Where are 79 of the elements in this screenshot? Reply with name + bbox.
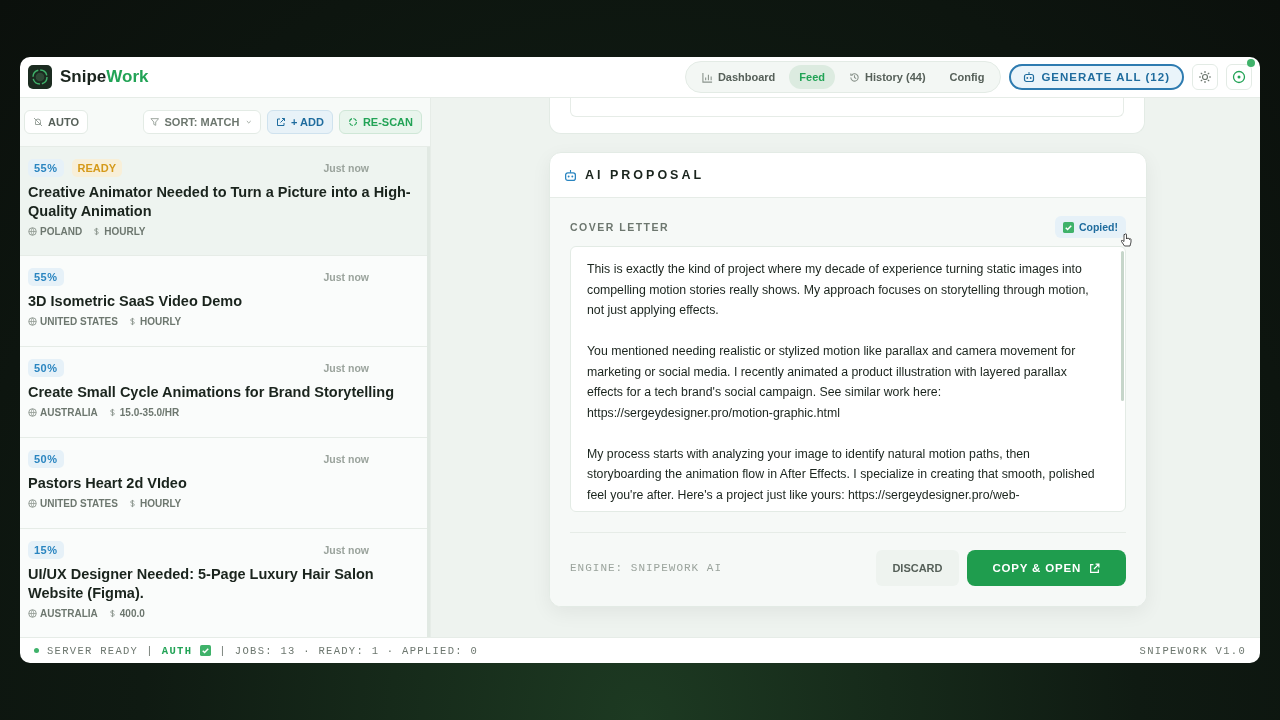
check-icon: [1062, 221, 1074, 233]
status-badge: READY: [71, 159, 123, 177]
job-location: UNITED STATES: [40, 316, 118, 327]
job-time: Just now: [323, 362, 369, 374]
filter-icon: [149, 117, 160, 127]
robot-icon: [1023, 71, 1036, 83]
match-badge: 55%: [28, 268, 64, 286]
hand-cursor-icon: [1120, 233, 1132, 248]
refresh-icon: [347, 117, 358, 127]
job-pay: HOURLY: [139, 498, 182, 509]
job-time: Just now: [323, 162, 369, 174]
robot-icon: [564, 168, 577, 182]
globe-icon: [28, 408, 37, 417]
job-location: POLAND: [40, 226, 83, 237]
dollar-icon: [107, 609, 117, 618]
match-badge: 50%: [28, 359, 64, 377]
match-badge: 50%: [28, 450, 64, 468]
job-location: AUSTRALIA: [40, 608, 98, 619]
bar-chart-icon: [701, 71, 713, 83]
discard-button[interactable]: DISCARD: [876, 550, 959, 586]
external-link-icon: [275, 117, 286, 127]
globe-icon: [28, 609, 37, 618]
job-title: Create Small Cycle Animations for Brand Storytelling: [28, 383, 396, 402]
dollar-icon: [127, 317, 137, 326]
nav-tab[interactable]: Config: [939, 65, 995, 89]
job-pay: 400.0: [119, 608, 145, 619]
letter-paragraph: You mentioned needing realistic or stylized motion like parallax and camera movement for marketing or social media. I recently animated a product illustration with layered parallax effects for a tech brand's social campaign. See similar work here: https://sergeydesigner.pro/motion-graphic.html: [587, 343, 1077, 422]
match-badge: 15%: [28, 541, 64, 559]
generate-all-button[interactable]: GENERATE ALL (12): [1009, 64, 1184, 90]
job-card[interactable]: 55% READY Just now Creative Animator Needed to Turn a Picture into a High-Quality Animation POLAND HOURLY: [20, 147, 427, 256]
external-link-icon: [1089, 562, 1100, 574]
nav-tab[interactable]: History (44): [839, 65, 936, 89]
job-title: 3D Isometric SaaS Video Demo: [28, 292, 244, 311]
sort-dropdown[interactable]: SORT: MATCH: [142, 110, 261, 134]
job-title: UI/UX Designer Needed: 5-Page Luxury Hair Salon Website (Figma).: [28, 565, 375, 603]
field-label: COVER LETTER: [570, 221, 670, 233]
target-icon: [1232, 70, 1246, 84]
job-time: Just now: [323, 271, 369, 283]
job-title: Pastors Heart 2d VIdeo: [28, 474, 188, 493]
cover-letter-field[interactable]: [570, 246, 1126, 512]
job-pay: 15.0-35.0/HR: [119, 407, 180, 418]
status-dot: [34, 648, 39, 653]
auth-status: AUTH: [161, 644, 193, 657]
check-icon: [200, 645, 212, 656]
globe-icon: [28, 317, 37, 326]
job-time: Just now: [323, 544, 369, 556]
engine-label: ENGINE: SNIPEWORK AI: [570, 562, 723, 574]
logo-icon: [28, 65, 52, 89]
server-status: SERVER READY: [47, 644, 139, 657]
dollar-icon: [127, 499, 137, 508]
job-title: Creative Animator Needed to Turn a Picture into a High-Quality Animation: [28, 183, 412, 221]
bell-off-icon: [33, 117, 43, 127]
history-icon: [849, 71, 861, 83]
copy-open-button[interactable]: COPY & OPEN: [966, 550, 1126, 586]
theme-button[interactable]: [1192, 64, 1218, 90]
job-location: UNITED STATES: [40, 498, 118, 509]
nav-tab[interactable]: Dashboard: [691, 65, 786, 89]
card-title: AI PROPOSAL: [585, 168, 705, 182]
add-button[interactable]: + ADD: [266, 110, 333, 134]
match-badge: 55%: [28, 159, 64, 177]
job-time: Just now: [323, 453, 369, 465]
job-pay: HOURLY: [104, 226, 146, 237]
separator: |: [146, 644, 154, 657]
sun-icon: [1198, 70, 1212, 84]
job-pay: HOURLY: [139, 316, 182, 327]
globe-icon: [28, 499, 37, 508]
job-counts: JOBS: 13 · READY: 1 · APPLIED: 0: [234, 644, 479, 657]
app-version: SNIPEWORK V1.0: [1139, 644, 1246, 657]
separator: |: [219, 644, 227, 657]
job-location: AUSTRALIA: [40, 407, 98, 418]
auto-button[interactable]: AUTO: [24, 110, 88, 134]
letter-paragraph: This is exactly the kind of project where my decade of experience turning static images into compelling motion stories really shows. My approach focuses on storytelling through motion, not just applying effects.: [587, 261, 1090, 319]
app-name: SnipeWork: [60, 67, 149, 87]
status-button[interactable]: [1226, 64, 1252, 90]
online-dot: [1247, 59, 1255, 67]
dollar-icon: [107, 408, 117, 417]
globe-icon: [28, 227, 37, 236]
dollar-icon: [92, 227, 102, 236]
letter-paragraph: My process starts with analyzing your image to identify natural motion paths, then storyboarding the animation flow in After Effects. I specialize in creating that smooth, polished feel you're after. Here's a project just like yours: https://sergeydesigner.pro/web-: [587, 445, 1096, 504]
